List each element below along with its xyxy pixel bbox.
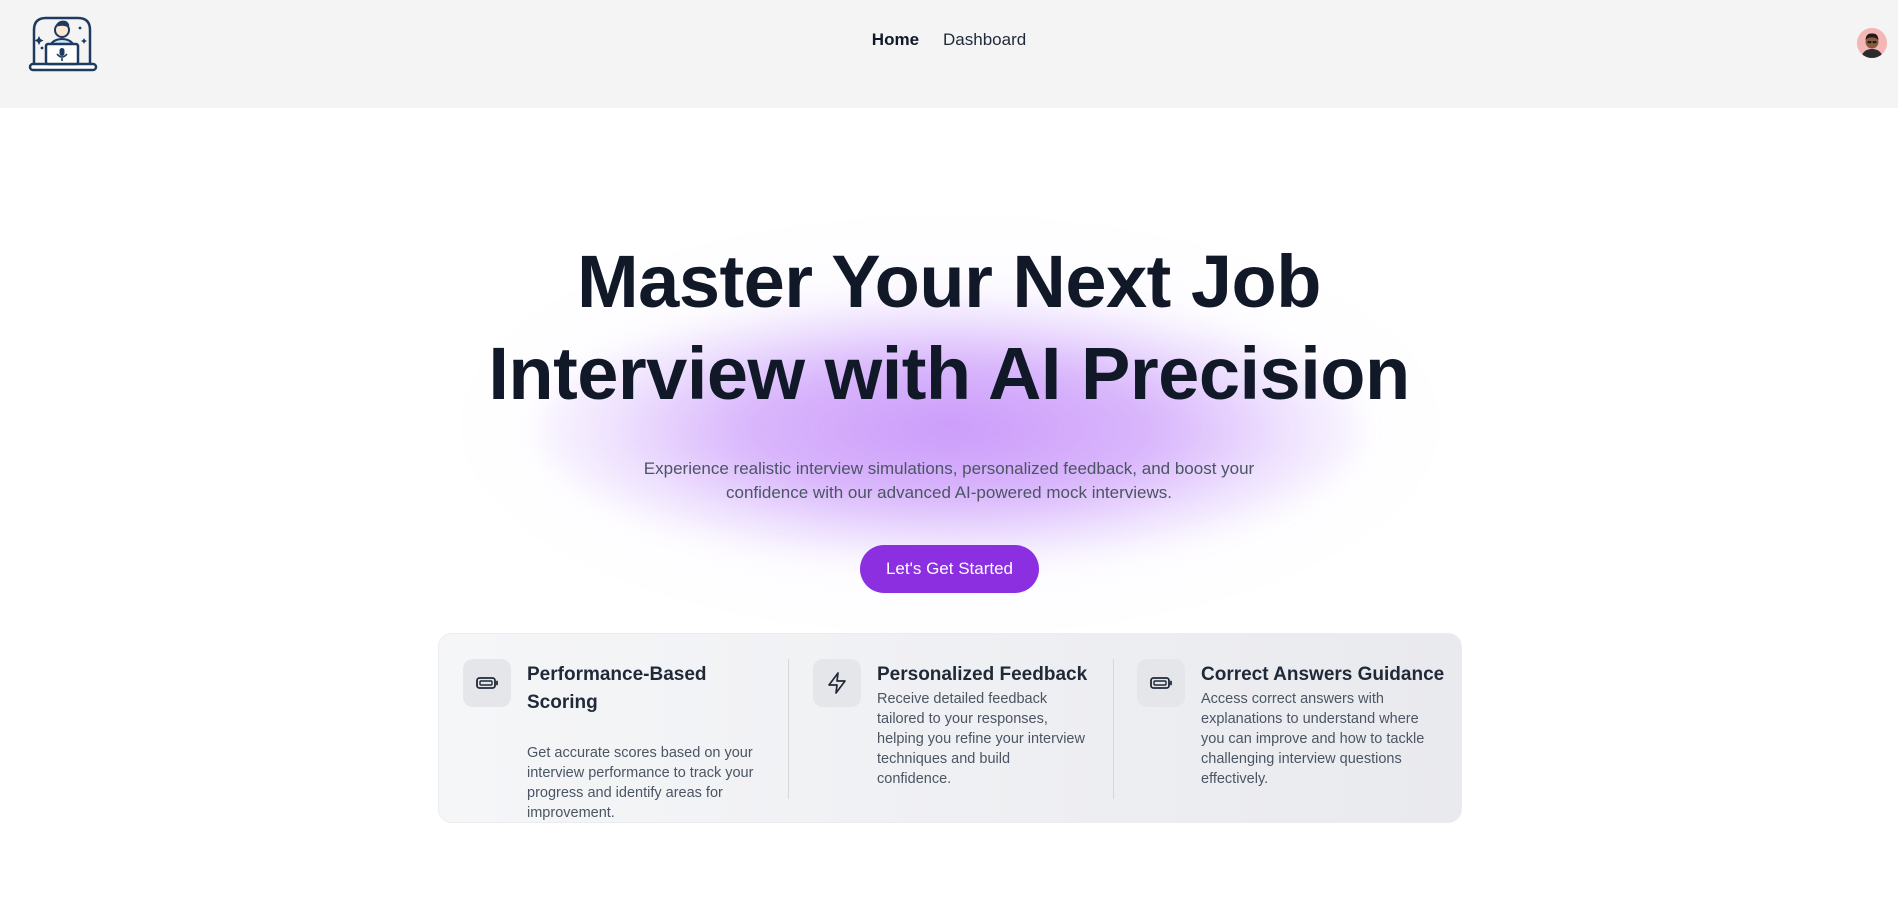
main-nav: Home Dashboard [0, 30, 1898, 50]
nav-dashboard-link[interactable]: Dashboard [943, 30, 1026, 50]
hero-subtitle: Experience realistic interview simulatio… [643, 459, 1255, 502]
lightning-icon [813, 659, 861, 707]
hero-title-line-1: Master Your Next Job [577, 240, 1321, 323]
feature-description: Access correct answers with explanations… [1201, 691, 1425, 787]
battery-icon [463, 659, 511, 707]
battery-icon [1137, 659, 1185, 707]
feature-title: Correct Answers Guidance [1201, 664, 1445, 685]
top-header: Home Dashboard [0, 0, 1898, 108]
feature-divider [788, 659, 789, 799]
feature-description: Get accurate scores based on your interv… [527, 745, 754, 821]
feature-title: Performance-Based Scoring [527, 664, 707, 713]
hero-title: Master Your Next Job Interview with AI P… [0, 236, 1898, 420]
feature-divider [1113, 659, 1114, 799]
nav-home-link[interactable]: Home [872, 30, 919, 50]
feature-title: Personalized Feedback [877, 664, 1088, 685]
features-card: Performance-Based Scoring Get accurate s… [438, 633, 1462, 823]
feature-description: Receive detailed feedback tailored to yo… [877, 691, 1085, 787]
hero-title-line-2: Interview with AI Precision [488, 332, 1410, 415]
get-started-button[interactable]: Let's Get Started [860, 545, 1039, 593]
user-avatar-icon[interactable] [1857, 28, 1887, 58]
